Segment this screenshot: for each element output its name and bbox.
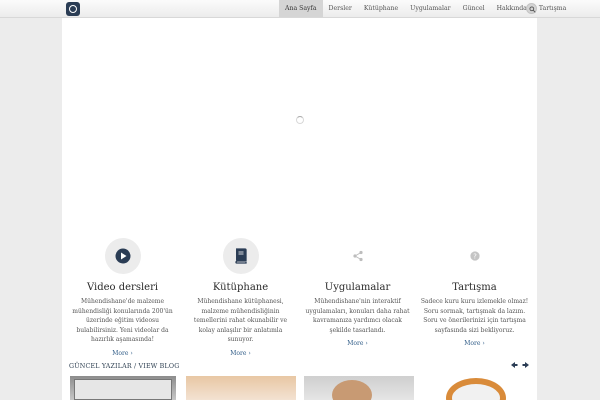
news-section-heading: GÜNCEL YAZILAR / VIEW BLOG [69,363,179,370]
nav-item-tartisma[interactable]: Tartışma [533,0,573,17]
nav-item-dersler[interactable]: Dersler [323,0,358,17]
thumbnail-image [74,379,172,400]
logo-ring-icon [69,5,77,13]
feature-title: Tartışma [452,282,497,293]
thumbnail-image [446,378,506,400]
carousel-next-button[interactable] [521,360,531,370]
view-blog-link[interactable]: VIEW BLOG [139,363,180,370]
hero-slider [62,18,537,228]
feature-description: Sadece kuru kuru izlemekle olmaz! Soru s… [420,298,529,334]
site-logo[interactable] [66,2,80,16]
post-thumbnail[interactable] [70,376,176,400]
feature-video-dersleri: Video dersleri Mühendishane'de malzeme m… [64,238,181,357]
thumbnail-image [332,380,372,400]
feature-icon-circle [222,238,259,274]
feature-more-link[interactable]: More › [64,350,181,357]
feature-more-link[interactable]: More › [182,350,299,357]
carousel-prev-button[interactable] [509,360,519,370]
feature-kutuphane: Kütüphane Mühendishane kütüphanesi, malz… [182,238,299,357]
news-heading-separator: / [131,363,139,370]
content-panel: Video dersleri Mühendishane'de malzeme m… [62,18,537,400]
nav-item-ana-sayfa[interactable]: Ana Sayfa [279,0,323,17]
news-heading-title: GÜNCEL YAZILAR [69,363,132,370]
feature-more-link[interactable]: More › [416,340,533,347]
arrow-left-icon [511,362,518,368]
feature-tartisma: ? Tartışma Sadece kuru kuru izlemekle ol… [416,238,533,347]
feature-icon-circle [104,238,141,274]
feature-uygulamalar: Uygulamalar Mühendishane'nin interaktif … [299,238,416,347]
feature-description: Mühendishane kütüphanesi, malzeme mühend… [193,298,288,344]
share-icon [352,250,363,262]
question-icon: ? [469,251,480,261]
post-thumbnail[interactable] [186,376,296,400]
post-thumbnail[interactable] [304,376,414,400]
feature-icon-circle [340,238,376,274]
nav-item-kutuphane[interactable]: Kütüphane [358,0,404,17]
search-icon [528,5,536,13]
feature-title: Kütüphane [212,282,269,293]
feature-title: Uygulamalar [324,282,391,293]
feature-title: Video dersleri [86,282,159,293]
loading-spinner-icon [296,116,304,124]
play-icon [115,248,130,264]
book-icon [234,248,247,264]
svg-text:?: ? [473,253,477,261]
feature-more-link[interactable]: More › [299,340,416,347]
search-button[interactable] [526,3,537,14]
feature-icon-circle: ? [457,238,493,274]
top-navbar: Ana Sayfa Dersler Kütüphane Uygulamalar … [0,0,600,18]
arrow-right-icon [522,362,529,368]
feature-description: Mühendishane'de malzeme mühendisliği kon… [72,298,173,344]
nav-item-guncel[interactable]: Güncel [457,0,491,17]
feature-description: Mühendishane'nin interaktif uygulamaları… [305,298,410,334]
post-thumbnail[interactable] [422,376,530,400]
nav-item-uygulamalar[interactable]: Uygulamalar [404,0,457,17]
